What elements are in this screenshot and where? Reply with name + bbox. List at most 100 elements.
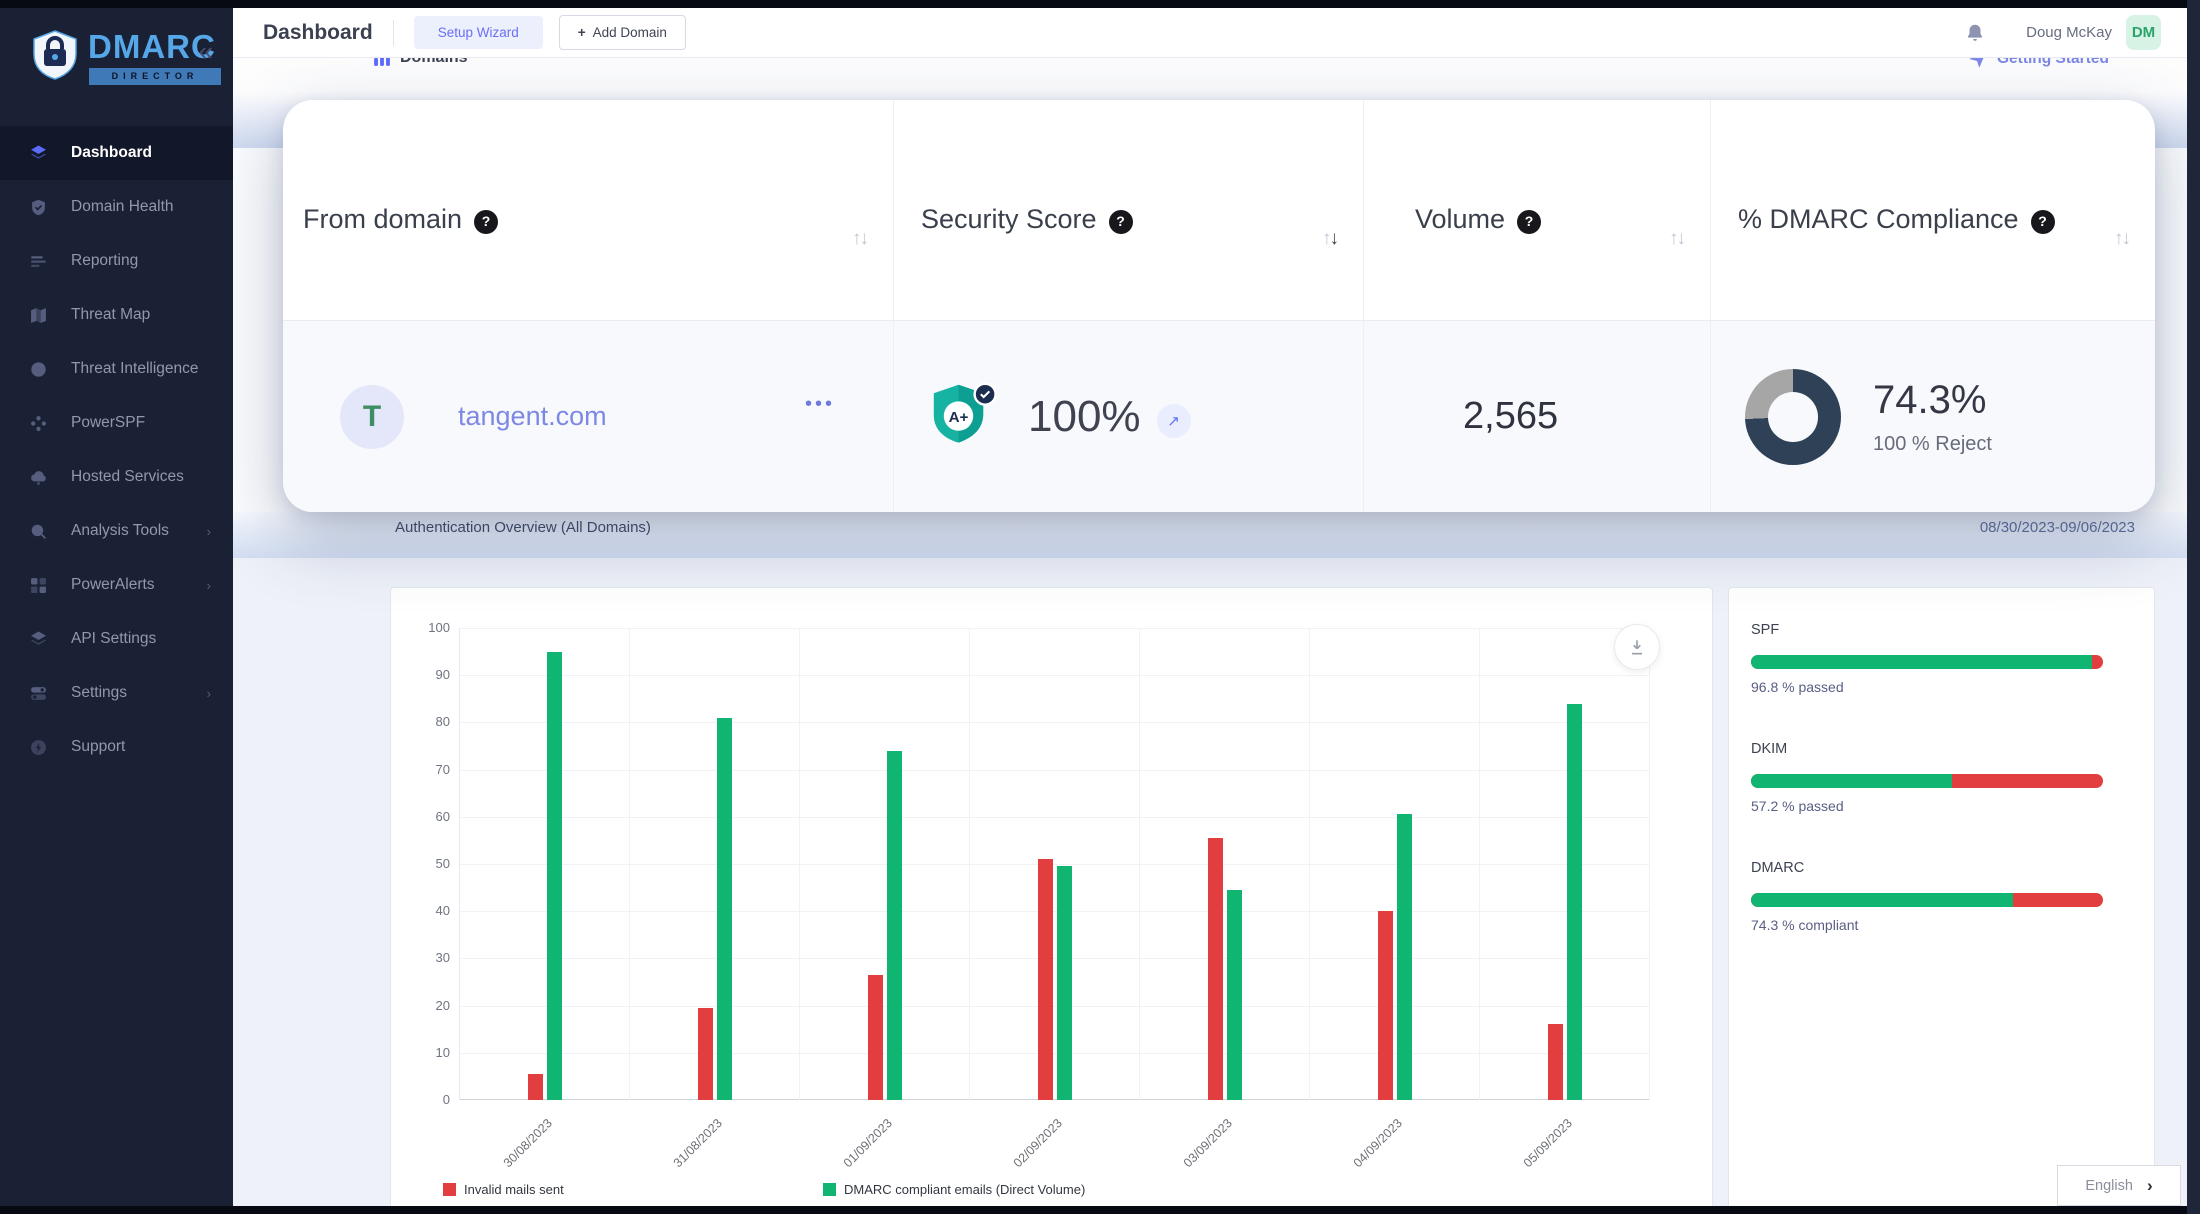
bar-dmarc [1227,890,1242,1100]
volume-value: 2,565 [1463,395,1558,438]
auth-label-dkim: DKIM [1751,741,2132,757]
bar-invalid [1378,911,1393,1100]
sidebar-item-dashboard[interactable]: Dashboard [0,126,233,180]
sort-arrows-icon[interactable]: ↑↓ [1322,228,1337,250]
download-icon [1627,637,1647,657]
column-header--dmarc-compliance: % DMARC Compliance?↑↓ [1710,100,2155,320]
auth-progress-passed [1751,774,1952,788]
layers-icon [30,145,47,162]
auth-caption: 57.2 % passed [1751,798,2132,814]
auth-progress-bar-spf [1751,655,2103,669]
sidebar-item-poweralerts[interactable]: PowerAlerts› [0,558,233,612]
x-axis-tick: 30/08/2023 [453,1116,555,1214]
bar-invalid [1038,859,1053,1100]
avatar[interactable]: DM [2126,15,2161,50]
plus-icon: + [578,25,586,40]
category-band [1310,628,1480,1100]
sidebar-item-analysis-tools[interactable]: Analysis Tools › [0,504,233,558]
sidebar-item-label: API Settings [71,630,156,648]
column-label: Volume [1415,204,1505,234]
window-frame-top [0,0,2200,8]
language-selector[interactable]: English › [2057,1165,2181,1206]
chevron-right-icon: › [207,686,211,701]
bolt-icon [30,739,47,756]
x-axis-tick: 31/08/2023 [623,1116,725,1214]
shield-check-icon [30,199,47,216]
column-header-from-domain: From domain?↑↓ [283,100,893,320]
sidebar-item-support[interactable]: Support [0,720,233,774]
auth-progress-passed [1751,655,2092,669]
sidebar-item-api-settings[interactable]: API Settings [0,612,233,666]
sidebar-item-reporting[interactable]: Reporting [0,234,233,288]
sidebar-item-threat-intelligence[interactable]: Threat Intelligence [0,342,233,396]
domain-link[interactable]: tangent.com [458,401,607,432]
help-question-icon[interactable]: ? [1517,210,1541,234]
category-band [800,628,970,1100]
add-domain-button[interactable]: + Add Domain [559,15,686,50]
y-axis-tick: 60 [404,809,450,824]
auth-caption: 96.8 % passed [1751,679,2132,695]
x-axis-tick: 01/09/2023 [793,1116,895,1214]
logo: DMARC DIRECTOR « [0,8,233,104]
bar-dmarc [1397,814,1412,1100]
window-frame-right [2187,0,2200,1214]
sort-arrows-icon[interactable]: ↑↓ [1669,228,1684,250]
column-header-volume: Volume? ↑↓ [1363,100,1710,320]
add-domain-label: Add Domain [593,25,667,40]
chart-download-button[interactable] [1614,624,1660,670]
notifications-bell-icon[interactable] [1964,22,1986,44]
bar-dmarc [547,652,562,1100]
sidebar-item-label: Support [71,738,125,756]
chevron-right-icon: › [207,578,211,593]
sidebar-item-domain-health[interactable]: Domain Health [0,180,233,234]
sort-arrows-icon[interactable]: ↑↓ [852,228,867,250]
date-range[interactable]: 08/30/2023-09/06/2023 [1980,519,2135,536]
target-icon [30,361,47,378]
topbar-divider [393,20,394,46]
getting-started-label: Getting Started [1997,58,2109,68]
category-band [630,628,800,1100]
table-header-row: From domain?↑↓Security Score?↑↓Volume?↑↓… [283,100,2155,320]
getting-started[interactable]: Getting Started [1968,58,2187,84]
sidebar-menu: Dashboard Domain Health Reporting Threat Ma… [0,126,233,774]
bar-chart-icon [373,58,391,67]
chevron-right-icon: › [2147,1176,2153,1196]
domains-header: Domains [373,58,633,84]
y-axis-tick: 80 [404,714,450,729]
category-band [460,628,630,1100]
report-lines-icon [30,253,47,270]
setup-wizard-button[interactable]: Setup Wizard [414,16,543,49]
sidebar-item-powerspf[interactable]: PowerSPF [0,396,233,450]
help-question-icon[interactable]: ? [474,210,498,234]
sidebar-item-settings[interactable]: Settings› [0,666,233,720]
sidebar-item-hosted-services[interactable]: Hosted Services [0,450,233,504]
auth-progress-bar-dmarc [1751,893,2103,907]
category-band [970,628,1140,1100]
help-question-icon[interactable]: ? [1109,210,1133,234]
legend-swatch-icon [443,1183,456,1196]
layers-icon [30,631,47,648]
help-question-icon[interactable]: ? [2031,210,2055,234]
sidebar-item-label: Domain Health [71,198,174,216]
bar-dmarc [1567,704,1582,1100]
page-title: Dashboard [263,21,373,45]
sidebar-item-label: Analysis Tools [71,522,169,540]
row-menu-dots-icon[interactable]: ••• [805,393,835,416]
sidebar-collapse-icon[interactable]: « [199,36,213,67]
legend-item[interactable]: Invalid mails sent [443,1182,564,1197]
svg-text:A+: A+ [949,408,969,425]
category-band [1140,628,1310,1100]
chevron-right-icon: › [207,524,211,539]
score-external-link-icon[interactable]: ↗ [1157,404,1191,438]
auth-caption: 74.3 % compliant [1751,917,2132,933]
sidebar-item-label: PowerSPF [71,414,145,432]
paper-plane-icon [1968,58,1988,69]
user-name[interactable]: Doug McKay [2026,24,2112,41]
y-axis-tick: 10 [404,1045,450,1060]
legend-item[interactable]: DMARC compliant emails (Direct Volume) [823,1182,1085,1197]
sort-arrows-icon[interactable]: ↑↓ [2114,228,2129,250]
auth-results-panel: SPF96.8 % passedDKIM57.2 % passedDMARC74… [1728,587,2155,1214]
compliance-note: 100 % Reject [1873,433,1992,456]
sidebar-item-threat-map[interactable]: Threat Map [0,288,233,342]
sidebar-item-label: Threat Map [71,306,150,324]
